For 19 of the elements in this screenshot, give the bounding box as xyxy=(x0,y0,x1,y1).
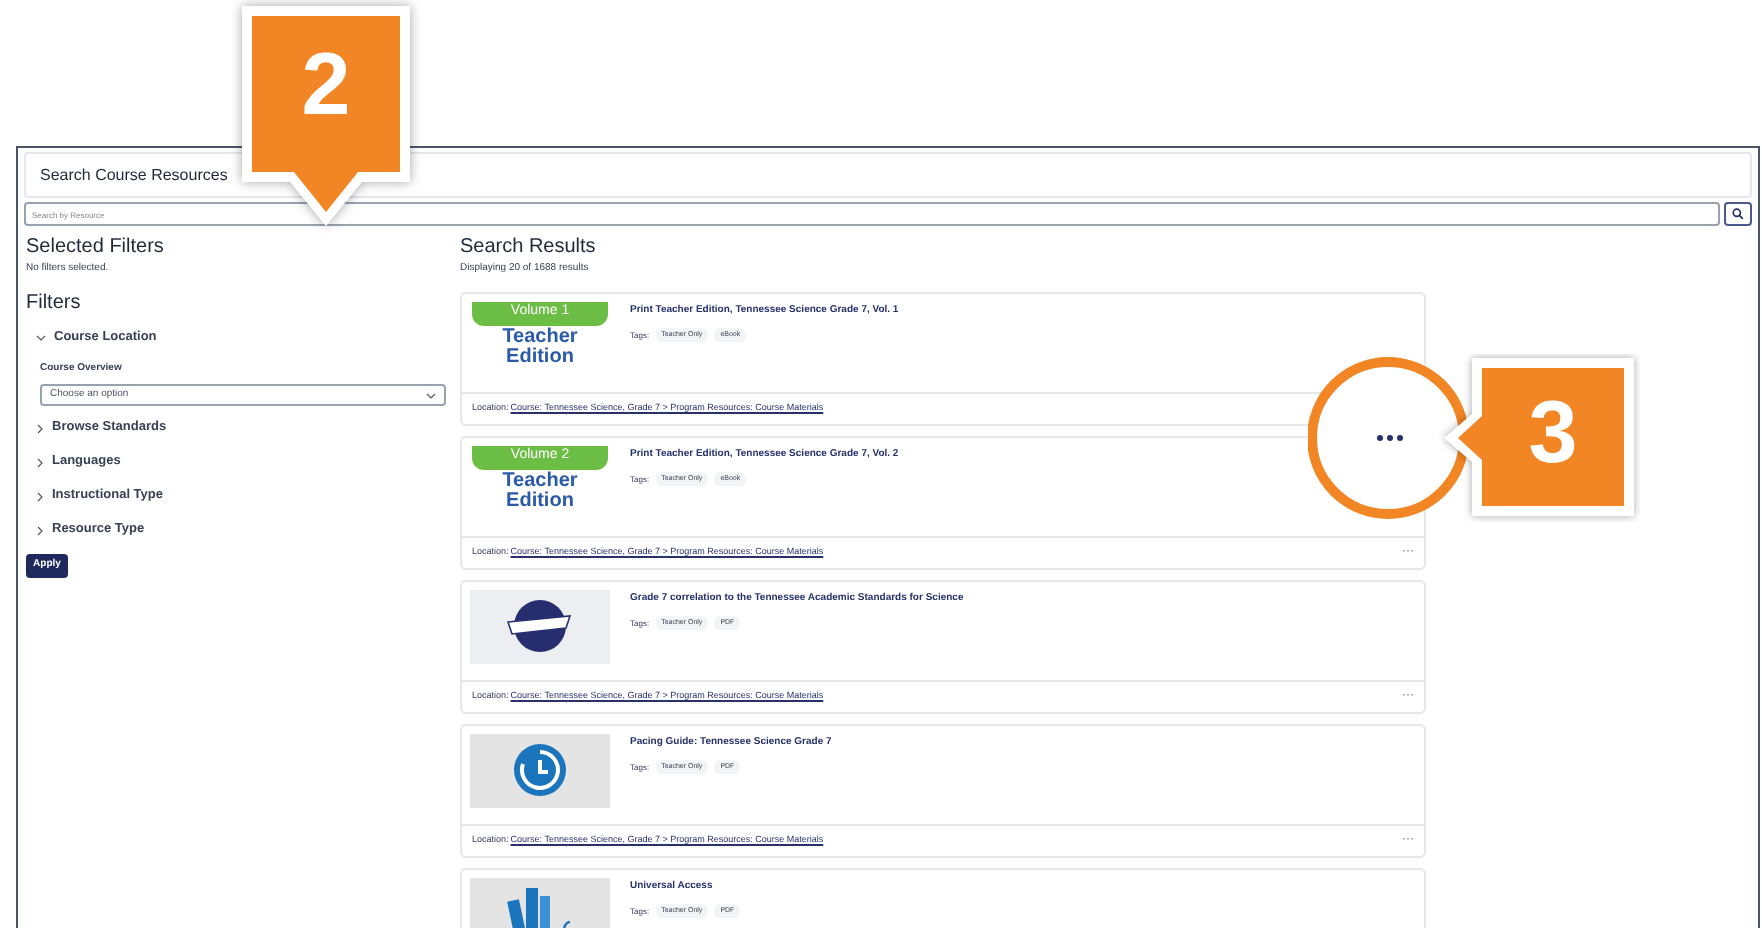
chevron-down-icon xyxy=(36,333,46,341)
search-icon xyxy=(1732,208,1744,220)
window-title: Search Course Resources xyxy=(40,163,228,187)
ellipsis-icon xyxy=(1377,435,1403,441)
cover-title: Teacher Edition xyxy=(500,327,580,367)
chevron-right-icon xyxy=(36,457,44,467)
section-heading: Selected Filters xyxy=(26,236,166,260)
callout-number: 2 xyxy=(299,42,353,130)
section-heading: Filters xyxy=(26,291,83,315)
cover-title: Teacher Edition xyxy=(500,471,580,511)
chevron-right-icon xyxy=(36,423,44,433)
chevron-down-icon xyxy=(426,391,436,399)
callout-number: 3 xyxy=(1526,390,1580,478)
clock-icon xyxy=(512,742,568,798)
chevron-right-icon xyxy=(36,525,44,535)
chevron-right-icon xyxy=(36,491,44,501)
state-seal-icon xyxy=(504,598,576,654)
section-heading: Search Results xyxy=(460,236,598,260)
search-button[interactable] xyxy=(1724,202,1752,226)
